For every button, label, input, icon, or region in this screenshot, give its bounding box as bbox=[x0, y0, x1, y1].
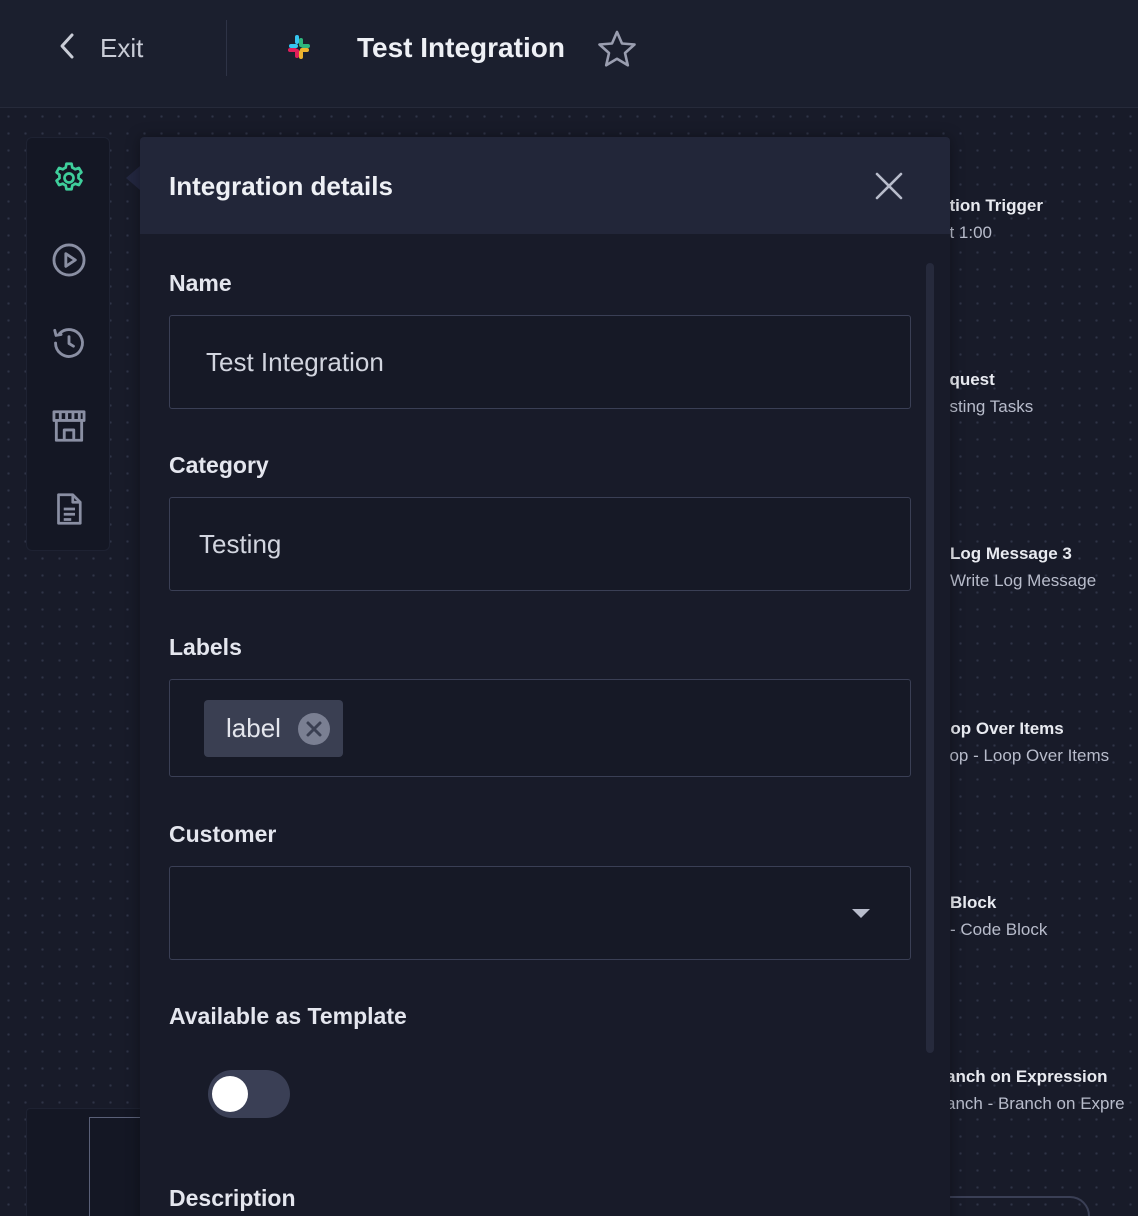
tool-marketplace[interactable] bbox=[47, 406, 91, 450]
panel-scrollbar[interactable] bbox=[926, 263, 934, 1053]
left-toolbar bbox=[26, 137, 110, 551]
header-divider bbox=[226, 20, 227, 76]
node-title: equest bbox=[940, 370, 995, 389]
chevron-down-icon bbox=[852, 909, 870, 918]
template-label: Available as Template bbox=[169, 1003, 407, 1029]
tool-docs[interactable] bbox=[47, 489, 91, 533]
label-chip: label bbox=[204, 700, 343, 757]
document-icon bbox=[51, 491, 87, 532]
node-subtitle: Write Log Message bbox=[950, 571, 1097, 590]
canvas-node-outline bbox=[930, 1196, 1090, 1216]
node-title: oop Over Items bbox=[940, 719, 1064, 738]
category-label: Category bbox=[169, 452, 269, 478]
tool-history[interactable] bbox=[47, 323, 91, 367]
store-icon bbox=[50, 407, 88, 450]
slack-logo bbox=[284, 33, 314, 63]
panel-title: Integration details bbox=[169, 171, 393, 201]
canvas-node[interactable]: oop Over Items oop - Loop Over Items bbox=[940, 717, 1138, 771]
node-subtitle: oop - Loop Over Items bbox=[940, 746, 1110, 765]
toolbar-active-pointer bbox=[126, 166, 140, 190]
node-subtitle: at 1:00 bbox=[940, 223, 992, 242]
close-icon bbox=[872, 172, 906, 207]
node-title: Log Message 3 bbox=[950, 544, 1072, 563]
node-title: anch on Expression bbox=[946, 1067, 1108, 1086]
name-input[interactable] bbox=[170, 316, 910, 408]
remove-label-icon[interactable] bbox=[297, 712, 331, 746]
toggle-knob bbox=[212, 1076, 248, 1112]
label-chip-text: label bbox=[226, 713, 281, 743]
node-subtitle: esting Tasks bbox=[940, 397, 1034, 416]
node-subtitle: - Code Block bbox=[950, 920, 1048, 939]
node-title: ation Trigger bbox=[940, 196, 1043, 215]
canvas-node[interactable]: anch on Expression anch - Branch on Expr… bbox=[946, 1065, 1138, 1119]
close-button[interactable] bbox=[872, 169, 906, 203]
labels-label: Labels bbox=[169, 634, 242, 660]
tool-run[interactable] bbox=[47, 240, 91, 284]
customer-select[interactable] bbox=[169, 866, 911, 960]
template-toggle[interactable] bbox=[208, 1070, 290, 1118]
canvas-node[interactable]: ation Trigger at 1:00 bbox=[940, 194, 1138, 248]
labels-field[interactable]: label bbox=[169, 679, 911, 777]
name-field-box bbox=[169, 315, 911, 409]
canvas-node[interactable]: Block - Code Block bbox=[950, 891, 1138, 945]
category-field-box bbox=[169, 497, 911, 591]
tool-settings[interactable] bbox=[47, 158, 91, 202]
node-subtitle: anch - Branch on Expre bbox=[946, 1094, 1125, 1113]
description-label: Description bbox=[169, 1185, 296, 1211]
panel-header: Integration details bbox=[140, 137, 950, 234]
top-bar: Exit Test Integration bbox=[0, 0, 1138, 108]
star-icon[interactable] bbox=[596, 28, 638, 70]
name-label: Name bbox=[169, 270, 232, 296]
gear-icon bbox=[51, 160, 87, 201]
canvas-node[interactable]: equest esting Tasks bbox=[940, 368, 1138, 422]
exit-label: Exit bbox=[100, 32, 144, 63]
category-input[interactable] bbox=[170, 498, 910, 590]
customer-label: Customer bbox=[169, 821, 277, 847]
play-circle-icon bbox=[50, 241, 88, 284]
history-icon bbox=[50, 324, 88, 367]
exit-button[interactable]: Exit bbox=[56, 28, 143, 68]
node-title: Block bbox=[950, 893, 997, 912]
integration-title: Test Integration bbox=[357, 32, 565, 63]
chevron-left-icon bbox=[56, 31, 78, 66]
integration-details-panel: Integration details Name Category Labels… bbox=[140, 137, 950, 1216]
canvas-node[interactable]: Log Message 3 Write Log Message bbox=[950, 542, 1138, 596]
